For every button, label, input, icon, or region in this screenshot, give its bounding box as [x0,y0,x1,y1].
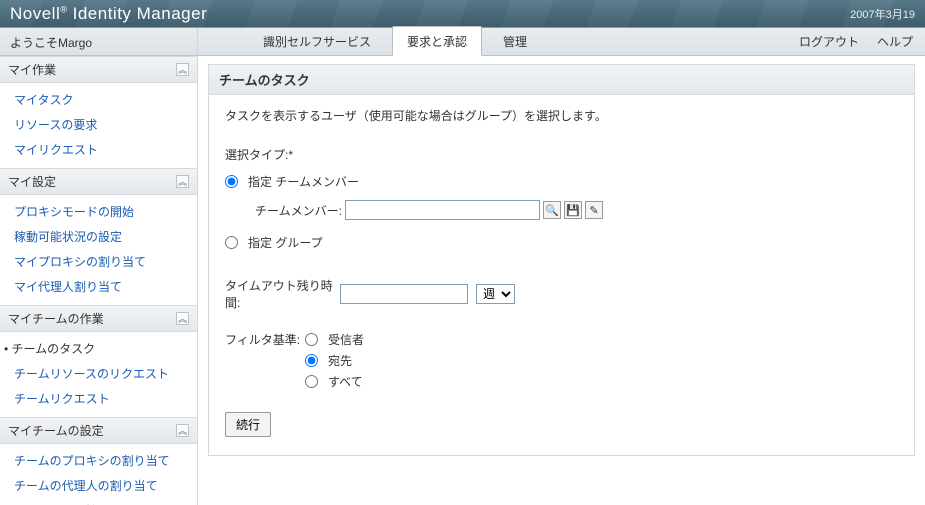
brand: Novell® Identity Manager [10,4,207,24]
panel-instructions: タスクを表示するユーザ（使用可能な場合はグループ）を選択します。 [225,107,898,124]
filter-radio-all-label: すべて [328,373,363,390]
selection-type-radios: 指定 チームメンバー チームメンバー: 🔍 💾 ✎ 指定 グループ [225,173,898,251]
sidebar-list: マイタスク リソースの要求 マイリクエスト [0,83,197,168]
sidebar-list: チームのタスク チームリソースのリクエスト チームリクエスト [0,332,197,417]
sidebar-item-availability[interactable]: 稼動可能状況の設定 [0,224,197,249]
filter-radio-addressed[interactable] [305,354,318,367]
chevron-up-icon: ︽ [176,312,189,325]
radio-team-member-line: 指定 チームメンバー [225,173,898,190]
filter-option-all-line: すべて [305,373,364,390]
filter-option-addressed-line: 宛先 [305,352,364,369]
chevron-up-icon: ︽ [176,175,189,188]
main: チームのタスク タスクを表示するユーザ（使用可能な場合はグループ）を選択します。… [198,56,925,505]
date-stamp: 2007年3月19 [850,6,915,22]
selection-type-row: 選択タイプ:* [225,146,898,163]
team-member-label: チームメンバー: [255,202,345,219]
sidebar-section-title: マイ作業 [8,61,56,78]
edit-icon[interactable]: ✎ [585,201,603,219]
team-member-row: チームメンバー: 🔍 💾 ✎ [255,200,898,220]
radio-team-member[interactable] [225,175,238,188]
sidebar-item-team-delegate-assign[interactable]: チームの代理人の割り当て [0,473,197,498]
filter-radio-addressed-label: 宛先 [328,352,352,369]
timeout-label: タイムアウト残り時間: [225,277,340,311]
filter-row: フィルタ基準: 受信者 宛先 すべて [225,331,898,394]
sidebar-item-my-proxy-assign[interactable]: マイプロキシの割り当て [0,249,197,274]
sidebar-item-my-requests[interactable]: マイリクエスト [0,137,197,162]
filter-option-recipient-line: 受信者 [305,331,364,348]
filter-radio-recipient-label: 受信者 [328,331,364,348]
help-link[interactable]: ヘルプ [877,33,913,50]
save-icon[interactable]: 💾 [564,201,582,219]
radio-team-member-label: 指定 チームメンバー [248,173,359,190]
tab-bar: 識別セルフサービス 要求と承認 管理 ログアウト ヘルプ [198,28,925,55]
sidebar-item-proxy-mode[interactable]: プロキシモードの開始 [0,199,197,224]
radio-group-label: 指定 グループ [248,234,323,251]
tabs-right: ログアウト ヘルプ [787,26,925,55]
logout-link[interactable]: ログアウト [799,33,859,50]
filter-label: フィルタ基準: [225,331,305,348]
timeout-row: タイムアウト残り時間: 週 [225,277,898,311]
filter-radio-all[interactable] [305,375,318,388]
chevron-up-icon: ︽ [176,424,189,437]
sidebar-section-title: マイ設定 [8,173,56,190]
tab-identity-self-service[interactable]: 識別セルフサービス [248,26,386,55]
tab-admin[interactable]: 管理 [488,26,542,55]
content: マイ作業 ︽ マイタスク リソースの要求 マイリクエスト マイ設定 ︽ プロキシ… [0,56,925,505]
radio-group-line: 指定 グループ [225,234,898,251]
filter-options: 受信者 宛先 すべて [305,331,364,394]
sidebar-item-team-tasks[interactable]: チームのタスク [0,336,197,361]
sidebar-item-resource-request[interactable]: リソースの要求 [0,112,197,137]
sidebar-item-my-tasks[interactable]: マイタスク [0,87,197,112]
team-member-input[interactable] [345,200,540,220]
tab-requests-approvals[interactable]: 要求と承認 [392,26,482,56]
sidebar-item-team-requests[interactable]: チームリクエスト [0,386,197,411]
sidebar-list: プロキシモードの開始 稼動可能状況の設定 マイプロキシの割り当て マイ代理人割り… [0,195,197,305]
selection-type-label: 選択タイプ:* [225,146,340,163]
sub-bar: ようこそMargo 識別セルフサービス 要求と承認 管理 ログアウト ヘルプ [0,28,925,56]
sidebar-item-my-delegate-assign[interactable]: マイ代理人割り当て [0,274,197,299]
sidebar-section-title: マイチームの作業 [8,310,104,327]
panel-body: タスクを表示するユーザ（使用可能な場合はグループ）を選択します。 選択タイプ:*… [209,95,914,455]
brand-prefix: Novell [10,4,60,23]
sidebar-section-my-settings[interactable]: マイ設定 ︽ [0,168,197,195]
sidebar-section-title: マイチームの設定 [8,422,104,439]
welcome-text: ようこそMargo [0,28,198,55]
radio-group[interactable] [225,236,238,249]
sidebar-section-my-work[interactable]: マイ作業 ︽ [0,56,197,83]
sidebar-item-team-availability[interactable]: チームの可用性 [0,498,197,505]
search-icon[interactable]: 🔍 [543,201,561,219]
chevron-up-icon: ︽ [176,63,189,76]
panel: チームのタスク タスクを表示するユーザ（使用可能な場合はグループ）を選択します。… [208,64,915,456]
timeout-input[interactable] [340,284,468,304]
sidebar-item-team-proxy-assign[interactable]: チームのプロキシの割り当て [0,448,197,473]
sidebar-list: チームのプロキシの割り当て チームの代理人の割り当て チームの可用性 [0,444,197,505]
continue-button[interactable]: 続行 [225,412,271,437]
panel-title: チームのタスク [209,65,914,95]
sidebar-section-my-team-settings[interactable]: マイチームの設定 ︽ [0,417,197,444]
sidebar-section-my-team-work[interactable]: マイチームの作業 ︽ [0,305,197,332]
filter-radio-recipient[interactable] [305,333,318,346]
sidebar-item-team-resource-requests[interactable]: チームリソースのリクエスト [0,361,197,386]
brand-suffix: Identity Manager [67,4,207,23]
timeout-unit-select[interactable]: 週 [476,284,515,304]
sidebar: マイ作業 ︽ マイタスク リソースの要求 マイリクエスト マイ設定 ︽ プロキシ… [0,56,198,505]
app-banner: Novell® Identity Manager 2007年3月19 [0,0,925,28]
